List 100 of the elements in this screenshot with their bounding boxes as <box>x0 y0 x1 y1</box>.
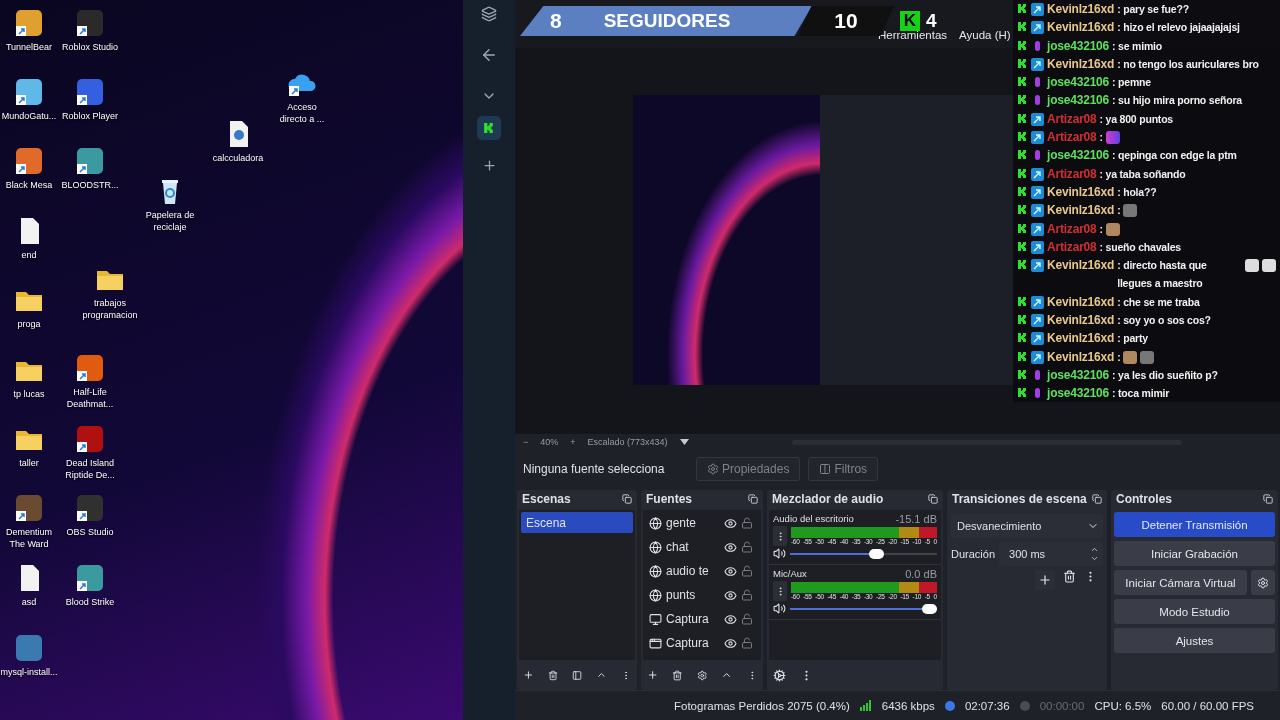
source-name[interactable]: punts <box>666 588 720 603</box>
gears-icon[interactable] <box>773 668 786 682</box>
undock-icon[interactable] <box>748 494 758 505</box>
slider-thumb[interactable] <box>922 603 937 614</box>
desktop-icon-label[interactable]: BLOODSTR... <box>61 180 119 192</box>
kick-badge-icon <box>1017 94 1028 106</box>
source-name[interactable]: audio te <box>666 564 720 579</box>
more-button[interactable] <box>773 581 787 602</box>
zoom-out-button[interactable]: − <box>523 437 529 448</box>
app-icon[interactable] <box>13 76 45 108</box>
scene-item[interactable]: Escena <box>521 512 633 534</box>
desktop-icon-label[interactable]: Acceso directo a ... <box>273 102 331 125</box>
source-name[interactable]: Captura <box>666 636 720 651</box>
control-button[interactable]: Iniciar Cámara Virtual <box>1114 570 1247 596</box>
app-icon[interactable] <box>13 145 45 177</box>
desktop-icon-label[interactable]: TunnelBear <box>5 42 53 54</box>
duration-field[interactable]: 300 ms <box>999 542 1103 567</box>
add-button[interactable] <box>1035 570 1055 591</box>
emote-icon <box>1123 350 1138 364</box>
eye-icon[interactable] <box>724 516 737 530</box>
unlock-icon[interactable] <box>741 589 753 602</box>
desktop-icon-label[interactable]: asd <box>21 597 37 609</box>
control-button[interactable]: Ajustes <box>1114 628 1275 654</box>
filter-icon <box>819 463 832 476</box>
panel-title: Controles <box>1116 492 1172 507</box>
app-icon[interactable] <box>74 423 106 455</box>
control-button[interactable]: Detener Transmisión <box>1114 512 1275 538</box>
delete-icon[interactable] <box>672 668 683 682</box>
control-button[interactable]: Modo Estudio <box>1114 599 1275 625</box>
desktop-icon-label[interactable]: mysql-install... <box>0 667 58 679</box>
app-icon[interactable] <box>74 76 106 108</box>
app-icon[interactable] <box>74 492 106 524</box>
kick-badge-icon <box>1017 112 1028 124</box>
zoom-in-button[interactable]: + <box>570 437 576 448</box>
unlock-icon[interactable] <box>741 565 753 578</box>
undock-icon[interactable] <box>928 494 938 505</box>
desktop-icon-label[interactable]: end <box>21 250 37 262</box>
transition-dropdown[interactable]: Desvanecimiento <box>951 514 1103 539</box>
desktop-icon-label[interactable]: Dead Island Riptide De... <box>61 458 119 481</box>
undock-icon[interactable] <box>1092 494 1102 505</box>
desktop-icon-label[interactable]: taller <box>19 458 39 470</box>
desktop-icon-label[interactable]: Dementium The Ward <box>0 527 58 550</box>
desktop-icon-label[interactable]: Roblox Player <box>62 111 118 123</box>
chat-message: : su hijo mira porno señora <box>1112 93 1242 109</box>
source-name[interactable]: gente <box>666 516 720 531</box>
eye-icon[interactable] <box>724 588 737 602</box>
unlock-icon[interactable] <box>741 517 753 530</box>
app-icon[interactable] <box>13 492 45 524</box>
unlock-icon[interactable] <box>741 637 753 650</box>
settings-button[interactable] <box>1251 570 1275 596</box>
app-icon[interactable] <box>74 562 106 594</box>
unlock-icon[interactable] <box>741 613 753 626</box>
app-icon[interactable] <box>477 116 501 140</box>
caret-icon[interactable] <box>679 439 689 446</box>
speaker-icon[interactable] <box>773 602 786 616</box>
app-icon[interactable] <box>13 7 45 39</box>
desktop-icon-label[interactable]: Papelera de reciclaje <box>141 210 199 233</box>
globe-icon <box>649 516 662 530</box>
settings-icon[interactable] <box>696 668 708 682</box>
back-icon[interactable] <box>480 46 498 64</box>
filters-button[interactable]: Filtros <box>808 457 879 482</box>
desktop-icon-label[interactable]: Blood Strike <box>65 597 115 609</box>
properties-button[interactable]: Propiedades <box>696 457 801 482</box>
slider-thumb[interactable] <box>869 548 885 559</box>
eye-icon[interactable] <box>724 540 737 554</box>
db-reading: 0.0 dB <box>905 568 937 581</box>
desktop-icon-label[interactable]: MundoGatu... <box>1 111 57 123</box>
delete-icon[interactable] <box>1063 570 1076 584</box>
unlock-icon[interactable] <box>741 541 753 554</box>
app-icon[interactable] <box>74 7 106 39</box>
desktop-icon-label[interactable]: trabajos programacion <box>81 298 139 321</box>
undock-icon[interactable] <box>1263 494 1273 505</box>
app-icon[interactable] <box>74 352 106 384</box>
desktop-icon-label[interactable]: calcculadora <box>212 153 264 165</box>
desktop-icon-label[interactable]: Half-Life Deathmat... <box>61 387 119 410</box>
delete-icon[interactable] <box>547 668 558 682</box>
volume-slider[interactable] <box>790 603 937 614</box>
app-icon[interactable] <box>74 145 106 177</box>
undock-icon[interactable] <box>622 494 632 505</box>
speaker-icon[interactable] <box>773 547 786 561</box>
desktop-icon-label[interactable]: proga <box>17 319 41 331</box>
desktop-icon-label[interactable]: tp lucas <box>13 389 45 401</box>
control-button[interactable]: Iniciar Grabación <box>1114 541 1275 567</box>
desktop-icon-label[interactable]: OBS Studio <box>66 527 114 539</box>
source-name[interactable]: chat <box>666 540 720 555</box>
chat-message: : no tengo los auriculares bro <box>1117 56 1259 72</box>
eye-icon[interactable] <box>724 564 737 578</box>
desktop-icon-label[interactable]: Black Mesa <box>5 180 53 192</box>
menu-item[interactable]: Herramientas <box>878 28 948 41</box>
eye-icon[interactable] <box>724 636 737 650</box>
layers-icon[interactable] <box>481 6 497 22</box>
more-button[interactable] <box>773 526 787 547</box>
add-icon[interactable] <box>481 158 497 173</box>
chat-username: jose432106 <box>1047 366 1110 384</box>
source-name[interactable]: Captura <box>666 612 720 627</box>
volume-slider[interactable] <box>790 548 937 559</box>
desktop-icon-label[interactable]: Roblox Studio <box>61 42 118 54</box>
eye-icon[interactable] <box>724 612 737 626</box>
menu-item[interactable]: Ayuda (H) <box>959 28 1011 41</box>
filter-icon[interactable] <box>571 668 583 682</box>
